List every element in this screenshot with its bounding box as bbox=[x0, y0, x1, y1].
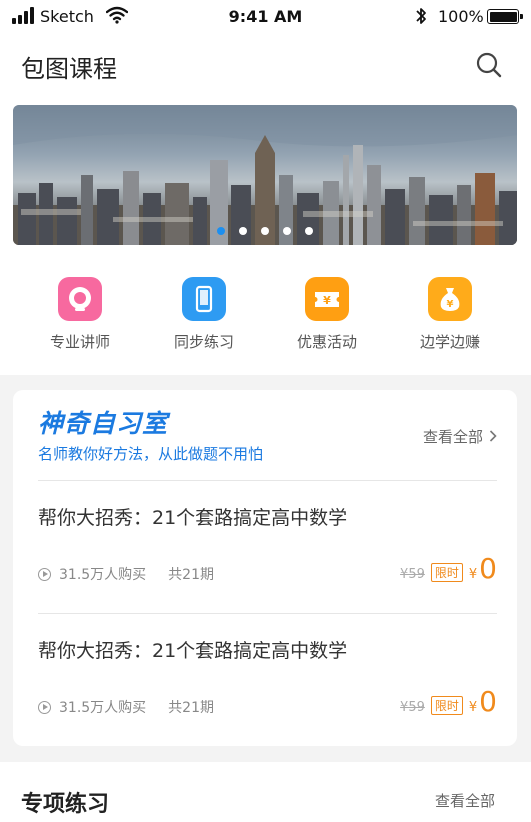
carousel-dot[interactable] bbox=[261, 227, 269, 235]
bluetooth-icon bbox=[416, 8, 426, 24]
period-count: 共21期 bbox=[168, 700, 214, 716]
currency-symbol: ¥ bbox=[468, 700, 478, 715]
quick-nav: 专业讲师 同步练习 ¥ 优惠活动 ¥ 边学边赚 bbox=[0, 277, 531, 357]
play-icon bbox=[38, 700, 51, 714]
quick-nav-promotions[interactable]: ¥ 优惠活动 bbox=[272, 277, 382, 352]
currency-symbol: ¥ bbox=[468, 567, 478, 582]
original-price: ¥59 bbox=[400, 700, 425, 715]
original-price: ¥59 bbox=[400, 567, 425, 582]
current-price: 0 bbox=[479, 685, 497, 718]
lecturer-icon bbox=[58, 277, 102, 321]
course-meta: 31.5万人购买 共21期 bbox=[38, 697, 214, 717]
view-all-link[interactable]: 查看全部 bbox=[423, 426, 497, 447]
carousel-dot[interactable] bbox=[305, 227, 313, 235]
money-bag-icon: ¥ bbox=[428, 277, 472, 321]
period-count: 共21期 bbox=[168, 567, 214, 583]
course-title: 帮你大招秀：21个套路搞定高中数学 bbox=[38, 507, 348, 529]
svg-text:¥: ¥ bbox=[447, 299, 454, 310]
view-all-label: 查看全部 bbox=[422, 428, 483, 446]
page-title: 包图课程 bbox=[21, 55, 117, 83]
chevron-right-icon bbox=[489, 428, 497, 446]
quick-nav-label: 专业讲师 bbox=[49, 333, 110, 351]
study-room-card: 神奇自习室 名师教你好方法，从此做题不用怕 查看全部 帮你大招秀：21个套路搞定… bbox=[13, 390, 517, 746]
quick-nav-lecturer[interactable]: 专业讲师 bbox=[25, 277, 135, 352]
search-button[interactable] bbox=[474, 50, 504, 80]
quick-nav-earn[interactable]: ¥ 边学边赚 bbox=[395, 277, 505, 352]
quick-nav-label: 优惠活动 bbox=[296, 333, 357, 351]
course-title: 帮你大招秀：21个套路搞定高中数学 bbox=[38, 640, 348, 662]
price-block: ¥59 限时 ¥ 0 bbox=[400, 552, 497, 585]
limited-time-badge: 限时 bbox=[430, 563, 463, 582]
carousel-dot[interactable] bbox=[217, 227, 225, 235]
svg-text:¥: ¥ bbox=[323, 294, 331, 307]
play-icon bbox=[38, 567, 51, 581]
search-icon bbox=[476, 52, 502, 78]
city-skyline-image bbox=[13, 105, 517, 245]
phone-icon bbox=[182, 277, 226, 321]
limited-time-badge: 限时 bbox=[430, 696, 463, 715]
quick-nav-label: 同步练习 bbox=[173, 333, 234, 351]
current-price: 0 bbox=[479, 552, 497, 585]
buyer-count: 31.5万人购买 bbox=[59, 700, 147, 716]
carousel-indicator bbox=[13, 227, 517, 235]
price-block: ¥59 限时 ¥ 0 bbox=[400, 685, 497, 718]
quick-nav-label: 边学边赚 bbox=[419, 333, 480, 351]
course-item[interactable]: 帮你大招秀：21个套路搞定高中数学 31.5万人购买 共21期 ¥59 限时 ¥… bbox=[38, 614, 497, 746]
status-bar: Sketch 9:41 AM 100% bbox=[0, 0, 531, 34]
battery-icon bbox=[487, 9, 523, 24]
battery-percent: 100% bbox=[438, 7, 484, 26]
course-item[interactable]: 帮你大招秀：21个套路搞定高中数学 31.5万人购买 共21期 ¥59 限时 ¥… bbox=[38, 481, 497, 613]
carousel-dot[interactable] bbox=[283, 227, 291, 235]
special-practice-section: 专项练习 查看全部 bbox=[0, 762, 531, 822]
banner-carousel[interactable] bbox=[13, 105, 517, 245]
section-title: 神奇自习室 bbox=[38, 409, 169, 438]
section-title: 专项练习 bbox=[21, 792, 110, 817]
coupon-icon: ¥ bbox=[305, 277, 349, 321]
course-meta: 31.5万人购买 共21期 bbox=[38, 564, 214, 584]
quick-nav-practice[interactable]: 同步练习 bbox=[149, 277, 259, 352]
buyer-count: 31.5万人购买 bbox=[59, 567, 147, 583]
section-subtitle: 名师教你好方法，从此做题不用怕 bbox=[38, 445, 264, 463]
view-all-link[interactable]: 查看全部 bbox=[435, 790, 495, 811]
carousel-dot[interactable] bbox=[239, 227, 247, 235]
